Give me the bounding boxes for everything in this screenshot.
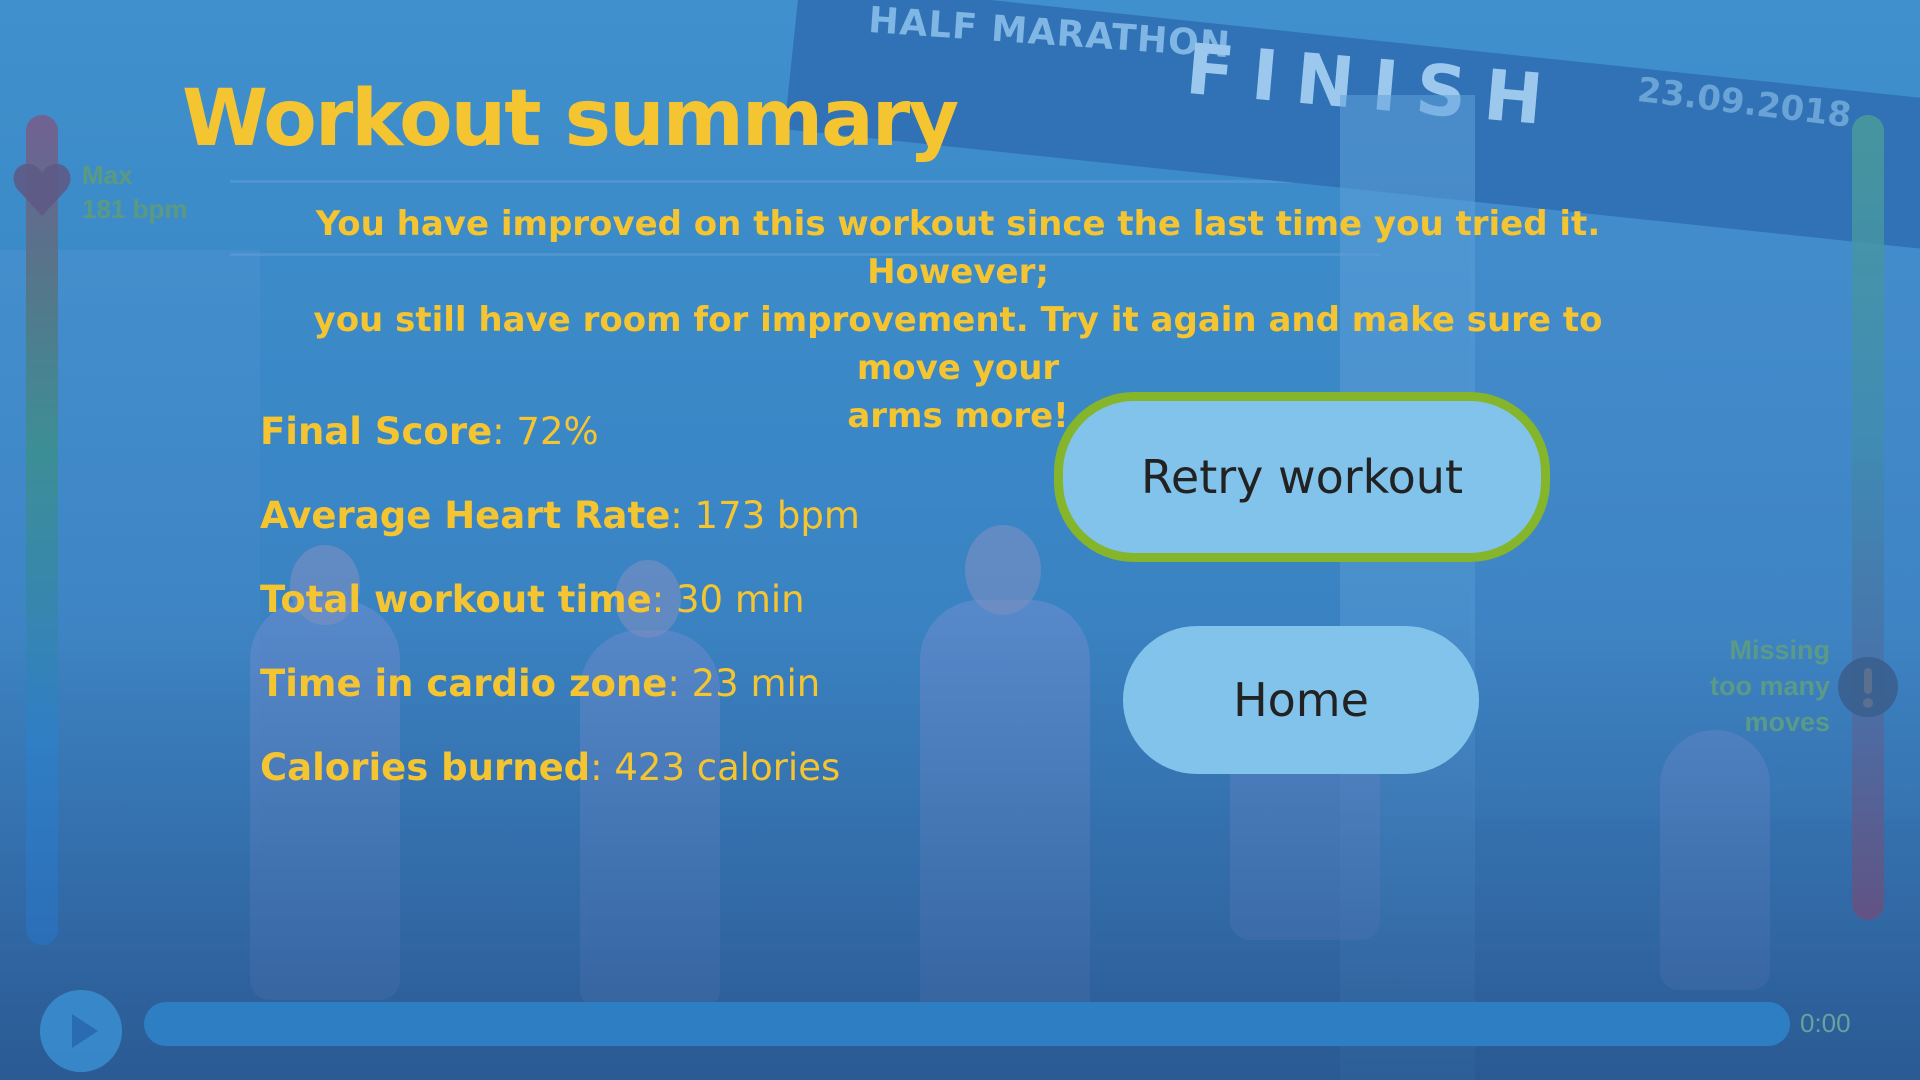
play-button[interactable] bbox=[40, 990, 122, 1072]
feedback-line-2: you still have room for improvement. Try… bbox=[313, 300, 1603, 388]
stat-calories-burned: Calories burned: 423 calories bbox=[260, 738, 860, 822]
max-value-line: 181 bpm bbox=[82, 194, 188, 224]
stat-value: 30 min bbox=[676, 578, 805, 621]
stat-value: 423 calories bbox=[614, 746, 841, 789]
workout-stats: Final Score: 72% Average Heart Rate: 173… bbox=[260, 402, 860, 822]
stat-separator: : bbox=[667, 662, 692, 705]
page-title: Workout summary bbox=[182, 74, 959, 164]
missing-label-line-3: moves bbox=[1744, 707, 1830, 737]
max-label-line: Max bbox=[82, 160, 133, 190]
missing-label-line-2: too many bbox=[1709, 671, 1830, 701]
workout-summary-screen: HALF MARATHON FINISH 23.09.2018 Max 181 … bbox=[0, 0, 1920, 1080]
max-heart-rate-label: Max 181 bpm bbox=[82, 158, 188, 226]
home-label: Home bbox=[1233, 673, 1369, 727]
stat-label: Final Score bbox=[260, 410, 493, 453]
missing-moves-label: Missing too many moves bbox=[1640, 632, 1830, 740]
stat-separator: : bbox=[492, 410, 517, 453]
stat-total-workout-time: Total workout time: 30 min bbox=[260, 570, 860, 654]
stat-label: Total workout time bbox=[260, 578, 652, 621]
warning-icon bbox=[1838, 657, 1898, 717]
feedback-line-1: You have improved on this workout since … bbox=[315, 204, 1601, 292]
time-readout: 0:00 bbox=[1800, 1008, 1851, 1038]
stat-label: Average Heart Rate bbox=[260, 494, 671, 537]
retry-workout-label: Retry workout bbox=[1141, 450, 1463, 504]
home-button[interactable]: Home bbox=[1123, 626, 1479, 774]
moves-meter bbox=[1852, 115, 1884, 920]
stat-average-heart-rate: Average Heart Rate: 173 bpm bbox=[260, 486, 860, 570]
stat-final-score: Final Score: 72% bbox=[260, 402, 860, 486]
heart-icon bbox=[13, 163, 71, 216]
missing-label-line-1: Missing bbox=[1729, 635, 1830, 665]
stat-value: 72% bbox=[516, 410, 599, 453]
retry-workout-button[interactable]: Retry workout bbox=[1054, 392, 1550, 562]
stat-separator: : bbox=[670, 494, 695, 537]
stat-time-in-cardio-zone: Time in cardio zone: 23 min bbox=[260, 654, 860, 738]
stat-label: Time in cardio zone bbox=[260, 662, 668, 705]
stat-separator: : bbox=[590, 746, 615, 789]
stat-value: 173 bpm bbox=[694, 494, 860, 537]
stat-label: Calories burned bbox=[260, 746, 591, 789]
stat-value: 23 min bbox=[691, 662, 821, 705]
background-runner-head bbox=[965, 525, 1041, 615]
heart-rate-meter bbox=[26, 115, 58, 945]
progress-bar[interactable] bbox=[144, 1002, 1790, 1046]
stat-separator: : bbox=[651, 578, 677, 621]
